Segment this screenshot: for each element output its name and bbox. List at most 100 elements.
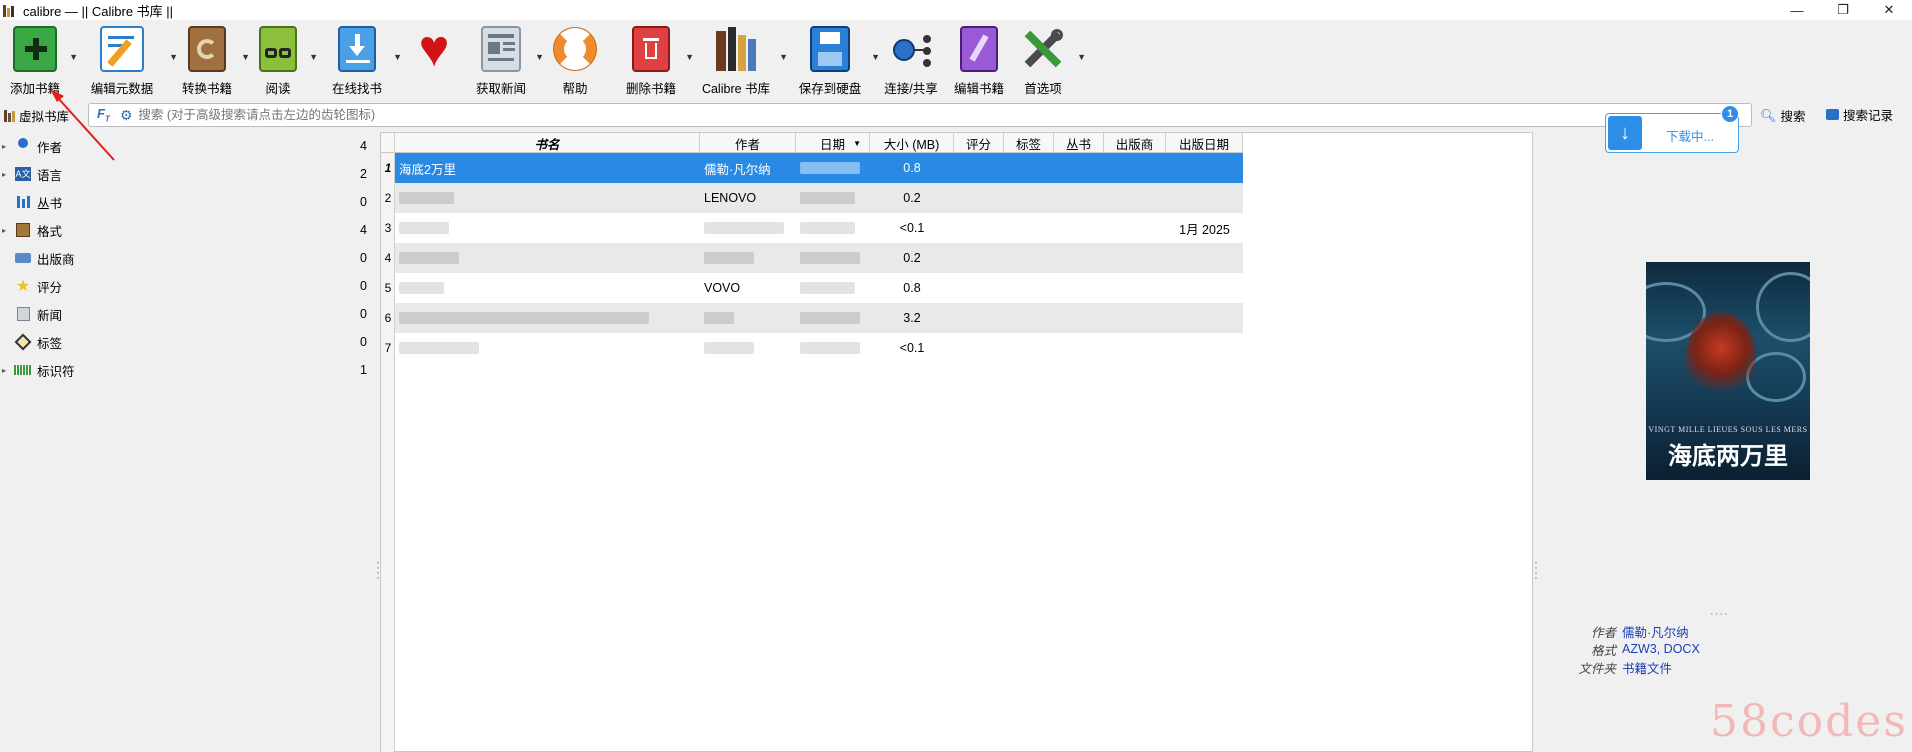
cell-size[interactable]: 0.2 xyxy=(870,183,954,213)
cell-size[interactable]: <0.1 xyxy=(870,213,954,243)
cell-title[interactable] xyxy=(395,273,700,303)
fulltext-search-icon[interactable]: FT xyxy=(97,106,110,124)
dropdown-arrow-icon[interactable]: ▼ xyxy=(393,52,402,62)
close-button[interactable]: ✕ xyxy=(1866,0,1912,20)
cell-date[interactable] xyxy=(796,273,870,303)
tag-category-tags[interactable]: 标签 0 xyxy=(0,328,378,356)
cell-series[interactable] xyxy=(1054,153,1104,183)
cell-size[interactable]: 0.8 xyxy=(870,153,954,183)
cell-tags[interactable] xyxy=(1004,153,1054,183)
cell-title[interactable] xyxy=(395,243,700,273)
column-header-series[interactable]: 丛书 xyxy=(1054,133,1104,153)
table-row[interactable]: 1 海底2万里 儒勒·凡尔纳 0.8 xyxy=(381,153,1243,183)
get-books-button[interactable]: 在线找书 ▼ xyxy=(324,20,402,100)
preferences-button[interactable]: 首选项 ▼ xyxy=(1012,20,1086,100)
table-row[interactable]: 7 <0.1 xyxy=(381,333,1243,363)
right-splitter-handle[interactable]: · · · · xyxy=(1534,556,1538,583)
virtual-library-button[interactable]: 虚拟书库 xyxy=(4,106,69,125)
table-row[interactable]: 2 LENOVO 0.2 xyxy=(381,183,1243,213)
dropdown-arrow-icon[interactable]: ▼ xyxy=(309,52,318,62)
tag-category-rating[interactable]: ★ 评分 0 xyxy=(0,272,378,300)
dropdown-arrow-icon[interactable]: ▼ xyxy=(685,52,694,62)
detail-value-link[interactable]: AZW3, DOCX xyxy=(1622,642,1700,656)
cell-size[interactable]: 0.8 xyxy=(870,273,954,303)
dropdown-arrow-icon[interactable]: ▼ xyxy=(871,52,880,62)
column-header-rating[interactable]: 评分 xyxy=(954,133,1004,153)
help-button[interactable]: 帮助 xyxy=(550,20,600,100)
tag-category-series[interactable]: 丛书 0 xyxy=(0,188,378,216)
cell-date[interactable] xyxy=(796,153,870,183)
download-indicator[interactable]: ↓ 下载中... 1 xyxy=(1605,105,1739,153)
saved-searches-button[interactable]: 搜索记录 xyxy=(1826,105,1893,124)
cell-size[interactable]: 3.2 xyxy=(870,303,954,333)
minimize-button[interactable]: — xyxy=(1774,0,1820,20)
table-row[interactable]: 5 VOVO 0.8 xyxy=(381,273,1243,303)
cell-author[interactable] xyxy=(700,243,796,273)
cell-pubdate[interactable] xyxy=(1166,183,1243,213)
edit-book-button[interactable]: 编辑书籍 xyxy=(948,20,1010,100)
cell-author[interactable]: VOVO xyxy=(700,273,796,303)
cell-size[interactable]: 0.2 xyxy=(870,243,954,273)
search-box[interactable]: FT ⚙ xyxy=(88,103,1752,127)
cell-date[interactable] xyxy=(796,183,870,213)
cell-size[interactable]: <0.1 xyxy=(870,333,954,363)
column-header-author[interactable]: 作者 xyxy=(700,133,796,153)
tag-category-languages[interactable]: ▸ A文 语言 2 xyxy=(0,160,378,188)
cell-title[interactable]: 海底2万里 xyxy=(395,153,700,183)
detail-value-link[interactable]: 书籍文件 xyxy=(1622,658,1672,677)
cell-title[interactable] xyxy=(395,183,700,213)
table-row[interactable]: 6 3.2 xyxy=(381,303,1243,333)
cell-pubdate[interactable] xyxy=(1166,303,1243,333)
remove-books-button[interactable]: 删除书籍 ▼ xyxy=(620,20,694,100)
column-header-tags[interactable]: 标签 xyxy=(1004,133,1054,153)
cell-pubdate[interactable] xyxy=(1166,153,1243,183)
tag-category-authors[interactable]: ▸ 作者 4 xyxy=(0,132,378,160)
tag-category-news[interactable]: 新闻 0 xyxy=(0,300,378,328)
edit-metadata-button[interactable]: 编辑元数据 ▼ xyxy=(78,20,178,100)
cell-title[interactable] xyxy=(395,213,700,243)
cell-pubdate[interactable] xyxy=(1166,243,1243,273)
cell-publisher[interactable] xyxy=(1104,153,1166,183)
column-header-date[interactable]: 日期 ▼ xyxy=(796,133,870,153)
fetch-news-button[interactable]: 获取新闻 ▼ xyxy=(470,20,544,100)
cell-date[interactable] xyxy=(796,243,870,273)
dropdown-arrow-icon[interactable]: ▼ xyxy=(1077,52,1086,62)
expand-icon[interactable]: ▸ xyxy=(0,142,10,151)
cell-date[interactable] xyxy=(796,303,870,333)
cell-rating[interactable] xyxy=(954,153,1004,183)
cell-author[interactable] xyxy=(700,303,796,333)
cell-author[interactable]: 儒勒·凡尔纳 xyxy=(700,153,796,183)
book-cover-image[interactable]: VINGT MILLE LIEUES SOUS LES MERS 海底两万里 xyxy=(1646,262,1810,480)
tag-category-identifiers[interactable]: ▸ 标识符 1 xyxy=(0,356,378,384)
dropdown-arrow-icon[interactable]: ▼ xyxy=(69,52,78,62)
cell-title[interactable] xyxy=(395,303,700,333)
convert-book-button[interactable]: 转换书籍 ▼ xyxy=(176,20,250,100)
add-book-button[interactable]: 添加书籍 ▼ xyxy=(4,20,78,100)
expand-icon[interactable]: ▸ xyxy=(0,226,10,235)
connect-share-button[interactable]: 连接/共享 xyxy=(880,20,942,100)
dropdown-arrow-icon[interactable]: ▼ xyxy=(535,52,544,62)
cell-title[interactable] xyxy=(395,333,700,363)
read-book-button[interactable]: 阅读 ▼ xyxy=(250,20,318,100)
details-splitter-handle[interactable]: ···· xyxy=(1710,608,1729,620)
cell-date[interactable] xyxy=(796,213,870,243)
column-header-size[interactable]: 大小 (MB) xyxy=(870,133,954,153)
dropdown-arrow-icon[interactable]: ▼ xyxy=(779,52,788,62)
table-row[interactable]: 3 <0.1 1月 2025 xyxy=(381,213,1243,243)
column-header-title[interactable]: 书名 xyxy=(395,133,700,153)
table-row[interactable]: 4 0.2 xyxy=(381,243,1243,273)
tag-category-publishers[interactable]: 出版商 0 xyxy=(0,244,378,272)
cell-pubdate[interactable] xyxy=(1166,273,1243,303)
tag-category-formats[interactable]: ▸ 格式 4 xyxy=(0,216,378,244)
donate-button[interactable]: ♥ xyxy=(406,20,462,100)
gear-icon[interactable]: ⚙ xyxy=(120,107,133,124)
cell-date[interactable] xyxy=(796,333,870,363)
expand-icon[interactable]: ▸ xyxy=(0,366,10,375)
save-to-disk-button[interactable]: 保存到硬盘 ▼ xyxy=(792,20,880,100)
cell-pubdate[interactable] xyxy=(1166,333,1243,363)
maximize-button[interactable]: ❐ xyxy=(1820,0,1866,20)
column-header-pubdate[interactable]: 出版日期 xyxy=(1166,133,1243,153)
search-input[interactable] xyxy=(138,108,1639,122)
calibre-library-button[interactable]: Calibre 书库 ▼ xyxy=(696,20,788,100)
expand-icon[interactable]: ▸ xyxy=(0,170,10,179)
